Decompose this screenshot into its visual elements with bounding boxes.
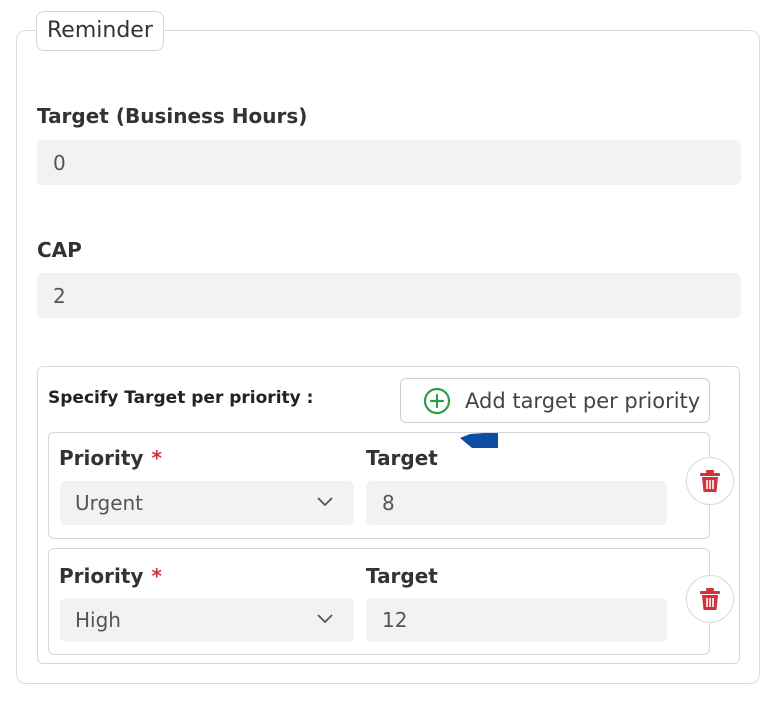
priority-select[interactable]: High xyxy=(60,598,354,642)
reminder-legend: Reminder xyxy=(36,11,164,51)
target-label: Target xyxy=(366,564,438,588)
target-value: 12 xyxy=(382,608,408,632)
cap-value: 2 xyxy=(53,283,66,308)
trash-icon xyxy=(700,588,720,610)
required-marker: * xyxy=(151,446,162,470)
target-label: Target xyxy=(366,446,438,470)
priority-select-value: High xyxy=(75,608,121,632)
priority-select-value: Urgent xyxy=(75,491,144,515)
priority-label: Priority * xyxy=(59,564,162,588)
target-business-hours-value: 0 xyxy=(53,150,66,175)
target-value: 8 xyxy=(382,491,395,515)
add-target-per-priority-label: Add target per priority xyxy=(465,388,701,413)
plus-circle-icon xyxy=(423,387,451,414)
delete-row-button[interactable] xyxy=(686,575,734,623)
add-target-per-priority-button[interactable]: Add target per priority xyxy=(400,378,710,423)
trash-icon xyxy=(700,470,720,492)
target-business-hours-label: Target (Business Hours) xyxy=(37,104,308,128)
target-input[interactable]: 12 xyxy=(366,598,667,642)
priority-select[interactable]: Urgent xyxy=(60,481,354,525)
priority-targets-label: Specify Target per priority : xyxy=(48,388,314,408)
target-business-hours-input[interactable]: 0 xyxy=(37,140,741,185)
chevron-down-icon xyxy=(317,614,333,624)
chevron-down-icon xyxy=(317,497,333,507)
priority-label: Priority * xyxy=(59,446,162,470)
required-marker: * xyxy=(151,564,162,588)
target-input[interactable]: 8 xyxy=(366,481,667,525)
cap-label: CAP xyxy=(37,238,82,262)
cap-input[interactable]: 2 xyxy=(37,273,741,318)
delete-row-button[interactable] xyxy=(686,457,734,505)
